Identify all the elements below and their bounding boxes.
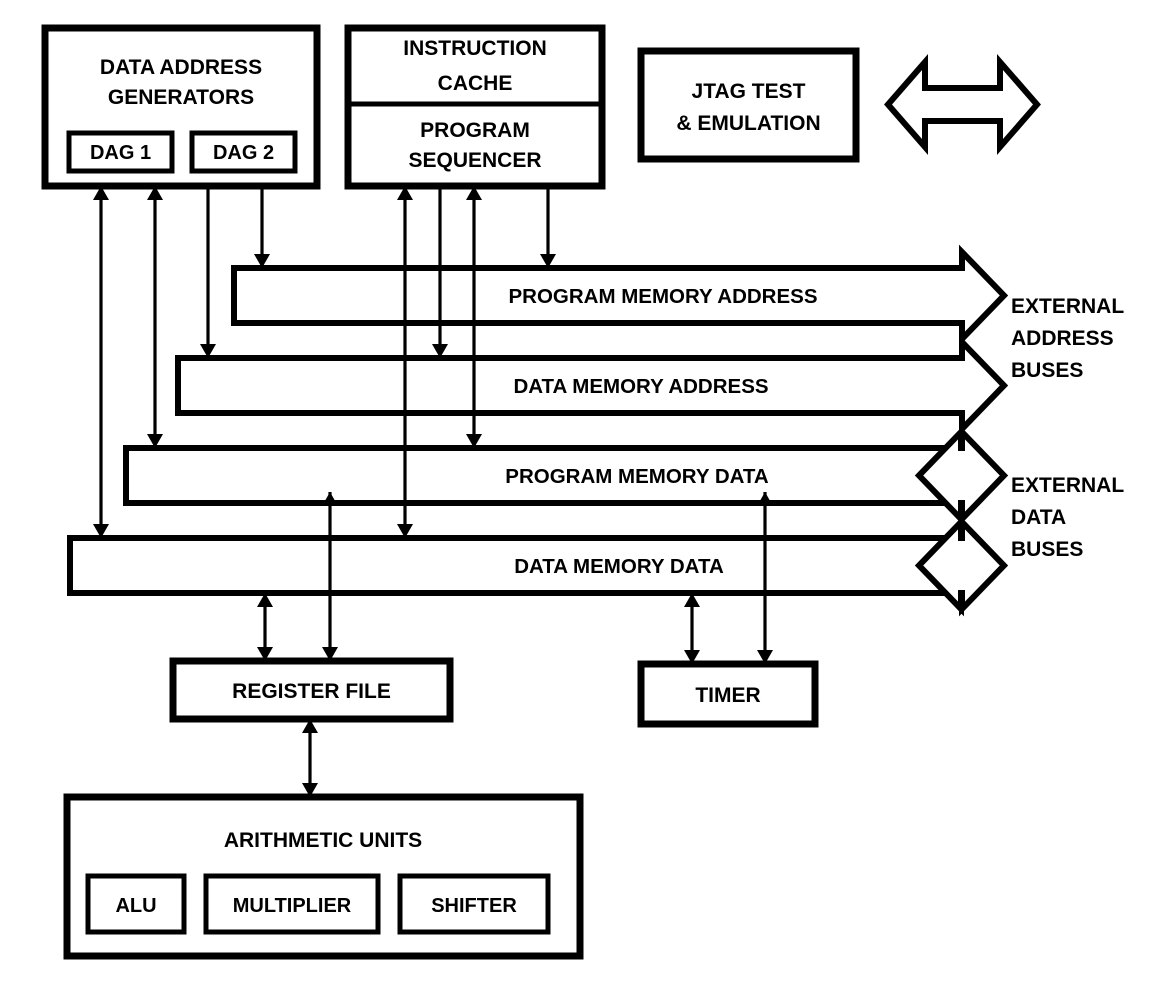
bus-data-memory-address: DATA MEMORY ADDRESS <box>175 334 1009 437</box>
bus-label-dmd: DATA MEMORY DATA <box>514 555 724 578</box>
bus-program-memory-address: PROGRAM MEMORY ADDRESS <box>231 244 1009 347</box>
bus-label-pmd: PROGRAM MEMORY DATA <box>505 465 769 488</box>
bus-program-memory-data: PROGRAM MEMORY DATA <box>123 424 1009 527</box>
block-instruction-cache-sequencer[interactable]: INSTRUCTION CACHE PROGRAM SEQUENCER <box>344 24 606 190</box>
shifter-label: SHIFTER <box>431 895 517 917</box>
dsp-block-diagram: PROGRAM MEMORY ADDRESS DATA MEMORY ADDRE… <box>0 0 1158 982</box>
block-timer[interactable]: TIMER <box>637 660 819 728</box>
multiplier-label: MULTIPLIER <box>233 895 352 917</box>
bus-label-dma: DATA MEMORY ADDRESS <box>513 375 768 398</box>
bus-data-memory-data: DATA MEMORY DATA <box>67 514 1009 617</box>
dag1-label: DAG 1 <box>90 142 151 164</box>
program-sequencer-line1: PROGRAM <box>420 119 530 142</box>
jtag-line2: & EMULATION <box>676 112 820 135</box>
dag-title-line1: DATA ADDRESS <box>100 56 262 79</box>
instruction-cache-line1: INSTRUCTION <box>403 37 547 60</box>
dag-title-line2: GENERATORS <box>108 86 254 109</box>
external-data-line3: BUSES <box>1011 538 1083 561</box>
instruction-cache-line2: CACHE <box>438 72 513 95</box>
register-file-label: REGISTER FILE <box>232 680 391 703</box>
block-register-file[interactable]: REGISTER FILE <box>169 657 454 723</box>
program-sequencer-line2: SEQUENCER <box>408 149 541 172</box>
jtag-box <box>637 47 860 163</box>
bus-label-pma: PROGRAM MEMORY ADDRESS <box>508 285 817 308</box>
arithmetic-units-label: ARITHMETIC UNITS <box>224 829 422 852</box>
external-data-line2: DATA <box>1011 506 1066 529</box>
external-address-line3: BUSES <box>1011 359 1083 382</box>
block-data-address-generators[interactable]: DATA ADDRESS GENERATORS DAG 1 DAG 2 <box>41 24 321 190</box>
jtag-line1: JTAG TEST <box>692 80 806 103</box>
alu-label: ALU <box>115 895 156 917</box>
external-data-line1: EXTERNAL <box>1011 474 1124 497</box>
dag2-label: DAG 2 <box>213 142 274 164</box>
external-address-line1: EXTERNAL <box>1011 295 1124 318</box>
block-arithmetic-units[interactable]: ARITHMETIC UNITS ALU MULTIPLIER SHIFTER <box>63 793 584 960</box>
timer-label: TIMER <box>695 684 760 707</box>
external-address-line2: ADDRESS <box>1011 327 1114 350</box>
